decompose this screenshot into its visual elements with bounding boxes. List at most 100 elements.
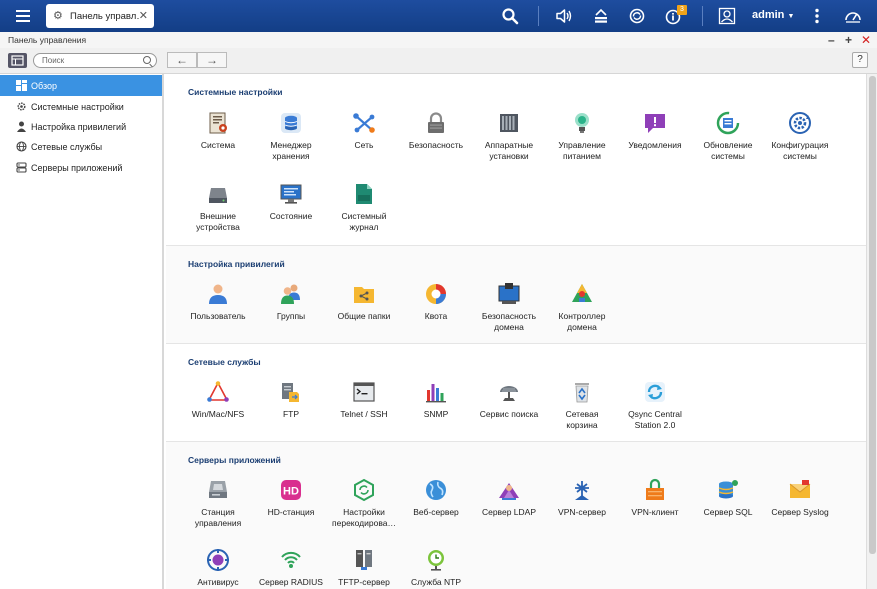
vpn-server-icon xyxy=(575,481,589,500)
app-syslog-server[interactable]: Сервер Syslog xyxy=(764,478,836,542)
app-quota[interactable]: Квота xyxy=(400,282,472,346)
user-menu[interactable]: admin ▼ xyxy=(752,9,794,21)
tab-control-panel[interactable]: ⚙ Панель управл… ✕ xyxy=(46,4,154,28)
config-icon xyxy=(789,112,811,134)
app-domain-security[interactable]: Безопасность домена xyxy=(473,282,545,346)
app-system-log[interactable]: Системный журнал xyxy=(328,182,400,246)
app-label: Сервер Syslog xyxy=(771,507,829,517)
scrollbar-thumb[interactable] xyxy=(869,76,876,554)
main-menu-button[interactable] xyxy=(14,7,32,25)
app-users[interactable]: Пользователь xyxy=(182,282,254,346)
app-web-server[interactable]: Веб-сервер xyxy=(400,478,472,542)
app-antivirus[interactable]: Антивирус xyxy=(182,548,254,589)
app-label: Аппаратные установки xyxy=(484,140,534,161)
app-transcode-settings[interactable]: Настройки перекодирова… xyxy=(328,478,400,542)
app-win-mac-nfs[interactable]: Win/Mac/NFS xyxy=(182,380,254,444)
quota-icon xyxy=(426,284,446,304)
close-window-button[interactable]: ✕ xyxy=(861,33,871,47)
app-external-devices[interactable]: Внешние устройства xyxy=(182,182,254,246)
section-title: Сетевые службы xyxy=(188,357,261,367)
app-ntp-service[interactable]: Служба NTP xyxy=(400,548,472,589)
app-station-manager[interactable]: Станция управления xyxy=(182,478,254,542)
app-label: Служба NTP xyxy=(411,577,461,587)
maximize-button[interactable]: + xyxy=(845,33,852,47)
sidebar-item-app-servers[interactable]: Серверы приложений xyxy=(0,157,162,178)
win-mac-nfs-icon xyxy=(207,381,229,402)
sql-icon xyxy=(718,480,738,499)
app-ldap-server[interactable]: Сервер LDAP xyxy=(473,478,545,542)
app-power[interactable]: Управление питанием xyxy=(546,111,618,175)
forward-button[interactable]: → xyxy=(197,52,227,68)
more-options-icon[interactable] xyxy=(808,7,826,25)
app-label: Telnet / SSH xyxy=(340,409,388,419)
app-notifications[interactable]: Уведомления xyxy=(619,111,691,175)
sidebar-item-system-settings[interactable]: Системные настройки xyxy=(0,96,162,117)
app-label: Безопасность xyxy=(408,140,464,150)
user-avatar-icon[interactable] xyxy=(718,7,736,25)
app-radius-server[interactable]: Сервер RADIUS xyxy=(255,548,327,589)
app-label: Сервер RADIUS xyxy=(259,577,323,587)
toolbar: ← → ? xyxy=(0,48,877,74)
sidebar-item-privileges[interactable]: Настройка привилегий xyxy=(0,116,162,137)
app-system-config[interactable]: Конфигурация системы xyxy=(764,111,836,175)
minimize-button[interactable]: – xyxy=(828,33,835,47)
snmp-icon xyxy=(426,384,446,403)
app-sql-server[interactable]: Сервер SQL xyxy=(692,478,764,542)
sidebar-item-overview[interactable]: Обзор xyxy=(0,75,162,96)
app-telnet-ssh[interactable]: Telnet / SSH xyxy=(328,380,400,444)
app-label: TFTP-сервер xyxy=(338,577,390,587)
storage-icon xyxy=(281,113,301,133)
app-system[interactable]: Система xyxy=(182,111,254,175)
search-icon[interactable] xyxy=(501,7,519,25)
sync-icon[interactable] xyxy=(628,7,646,25)
app-network[interactable]: Сеть xyxy=(328,111,400,175)
app-hd-station[interactable]: HD HD-станция xyxy=(255,478,327,542)
app-vpn-server[interactable]: VPN-сервер xyxy=(546,478,618,542)
app-snmp[interactable]: SNMP xyxy=(400,380,472,444)
app-ftp[interactable]: FTP xyxy=(255,380,327,444)
radius-icon xyxy=(281,551,301,568)
shared-folder-icon xyxy=(354,287,374,303)
section-network-services: Сетевые службы Win/Mac/NFS FTP Telnet / … xyxy=(166,344,866,442)
app-label: Сетевая корзина xyxy=(565,409,599,430)
app-qsync[interactable]: Qsync Central Station 2.0 xyxy=(619,380,691,444)
back-button[interactable]: ← xyxy=(167,52,197,68)
app-label: Сервер LDAP xyxy=(481,507,537,517)
notification-badge: 3 xyxy=(677,5,687,15)
app-tftp-server[interactable]: TFTP-сервер xyxy=(328,548,400,589)
log-icon xyxy=(356,184,372,204)
sidebar-item-network-services[interactable]: Сетевые службы xyxy=(0,136,162,157)
vpn-client-icon xyxy=(646,478,664,500)
close-icon[interactable]: ✕ xyxy=(139,9,148,22)
app-label: Внешние устройства xyxy=(196,211,240,232)
status-icon xyxy=(280,184,302,204)
app-vpn-client[interactable]: VPN-клиент xyxy=(619,478,691,542)
app-storage-manager[interactable]: Менеджер хранения xyxy=(255,111,327,175)
divider xyxy=(702,6,703,26)
dashboard-icon[interactable] xyxy=(844,7,862,25)
help-button[interactable]: ? xyxy=(852,52,868,68)
app-system-update[interactable]: Обновление системы xyxy=(692,111,764,175)
globe-icon xyxy=(16,141,27,152)
vertical-scrollbar[interactable] xyxy=(866,74,877,589)
qsync-icon xyxy=(645,382,665,402)
search-input[interactable] xyxy=(42,55,142,66)
app-shared-folders[interactable]: Общие папки xyxy=(328,282,400,346)
app-domain-controller[interactable]: Контроллер домена xyxy=(546,282,618,346)
app-security[interactable]: Безопасность xyxy=(400,111,472,175)
app-hardware[interactable]: Аппаратные установки xyxy=(473,111,545,175)
app-discovery-service[interactable]: Сервис поиска xyxy=(473,380,545,444)
section-title: Настройка привилегий xyxy=(188,259,285,269)
app-label: SNMP xyxy=(423,409,449,419)
server-icon xyxy=(16,162,27,173)
app-status[interactable]: Состояние xyxy=(255,182,327,246)
view-toggle-button[interactable] xyxy=(8,53,27,68)
overview-content: Системные настройки Система Менеджер хран… xyxy=(166,74,866,589)
app-label: FTP xyxy=(282,409,300,419)
app-network-recycle-bin[interactable]: Сетевая корзина xyxy=(546,380,618,444)
volume-icon[interactable] xyxy=(555,7,573,25)
app-groups[interactable]: Группы xyxy=(255,282,327,346)
svg-text:HD: HD xyxy=(283,486,299,498)
app-label: Обновление системы xyxy=(703,140,753,161)
background-tasks-icon[interactable] xyxy=(592,7,610,25)
